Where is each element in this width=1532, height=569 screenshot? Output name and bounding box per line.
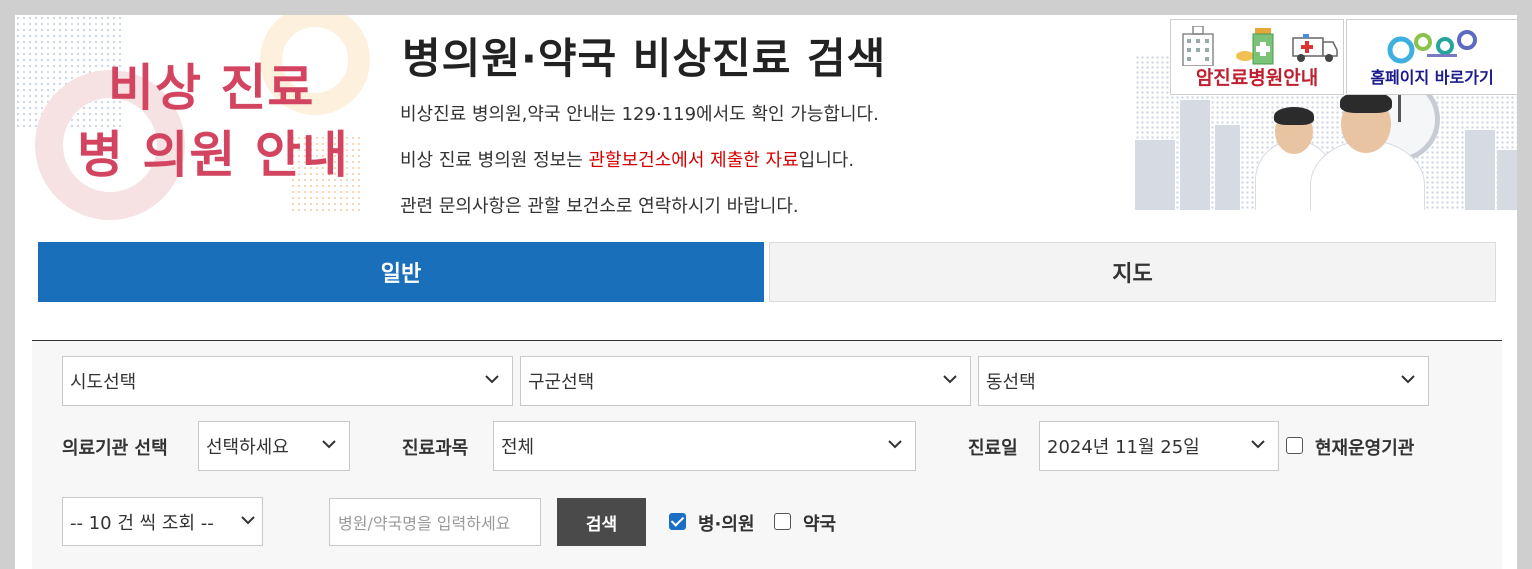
page-size-select[interactable]: -- 10 건 씩 조회 --: [62, 497, 263, 546]
department-select[interactable]: 전체: [493, 421, 916, 471]
chevron-down-icon: [1401, 375, 1415, 384]
department-label: 진료과목: [402, 438, 469, 459]
tab-map[interactable]: 지도: [769, 242, 1496, 302]
gugun-select[interactable]: 구군선택: [520, 356, 971, 406]
operating-checkbox[interactable]: [1286, 437, 1303, 454]
institution-select[interactable]: 선택하세요: [198, 421, 350, 471]
date-select-value: 2024년 11월 25일: [1047, 437, 1200, 458]
chevron-down-icon: [1251, 440, 1265, 449]
pharmacy-checkbox[interactable]: [774, 513, 791, 530]
info-highlight: 관할보건소에서 제출한 자료: [588, 150, 799, 171]
gg-logo-icon: [1387, 30, 1477, 64]
date-select[interactable]: 2024년 11월 25일: [1039, 421, 1279, 471]
gugun-select-value: 구군선택: [528, 372, 595, 393]
chevron-down-icon: [322, 440, 336, 449]
hospital-building-icon: [1182, 26, 1214, 66]
page-size-select-value: -- 10 건 씩 조회 --: [70, 512, 214, 534]
chevron-down-icon: [241, 516, 255, 525]
search-panel: 시도선택 구군선택 동선택 의료기관 선택 선택하세요 진료과목 전체 진료일 …: [32, 340, 1502, 569]
chevron-down-icon: [485, 375, 499, 384]
hospital-label: 병·의원: [698, 514, 755, 535]
banner-heading-line1: 비상 진료: [108, 59, 315, 117]
dong-select-value: 동선택: [986, 372, 1036, 393]
info-line-3: 관련 문의사항은 관할 보건소로 연락하시기 바랍니다.: [400, 196, 799, 217]
hospital-checkbox[interactable]: [669, 513, 686, 530]
banner-heading-line2: 병 의원 안내: [77, 126, 349, 184]
cancer-hospital-button[interactable]: 암진료병원안내: [1170, 19, 1344, 95]
info-line-1: 비상진료 병의원,약국 안내는 129·119에서도 확인 가능합니다.: [400, 104, 879, 125]
medicine-bottle-icon: [1236, 28, 1274, 65]
sido-select-value: 시도선택: [70, 372, 137, 393]
homepage-label: 홈페이지 바로가기: [1370, 68, 1494, 87]
operating-label: 현재운영기관: [1315, 438, 1415, 459]
page-title: 병의원·약국 비상진료 검색: [402, 34, 887, 83]
info-line-2: 비상 진료 병의원 정보는 관할보건소에서 제출한 자료입니다.: [400, 150, 855, 171]
homepage-button[interactable]: 홈페이지 바로가기: [1346, 19, 1517, 95]
institution-select-value: 선택하세요: [206, 437, 289, 458]
sido-select[interactable]: 시도선택: [62, 356, 513, 406]
name-search-input[interactable]: 병원/약국명을 입력하세요: [329, 498, 541, 546]
tab-general[interactable]: 일반: [38, 242, 764, 302]
ambulance-icon: [1292, 34, 1338, 62]
chevron-down-icon: [943, 375, 957, 384]
dong-select[interactable]: 동선택: [978, 356, 1429, 406]
cancer-hospital-label: 암진료병원안내: [1195, 67, 1319, 89]
chevron-down-icon: [888, 440, 902, 449]
pharmacy-label: 약국: [803, 514, 837, 535]
department-select-value: 전체: [501, 437, 535, 458]
search-button[interactable]: 검색: [557, 498, 646, 546]
institution-label: 의료기관 선택: [62, 438, 168, 459]
banner-image: 비상 진료 병 의원 안내: [15, 15, 385, 230]
date-label: 진료일: [968, 438, 1018, 459]
